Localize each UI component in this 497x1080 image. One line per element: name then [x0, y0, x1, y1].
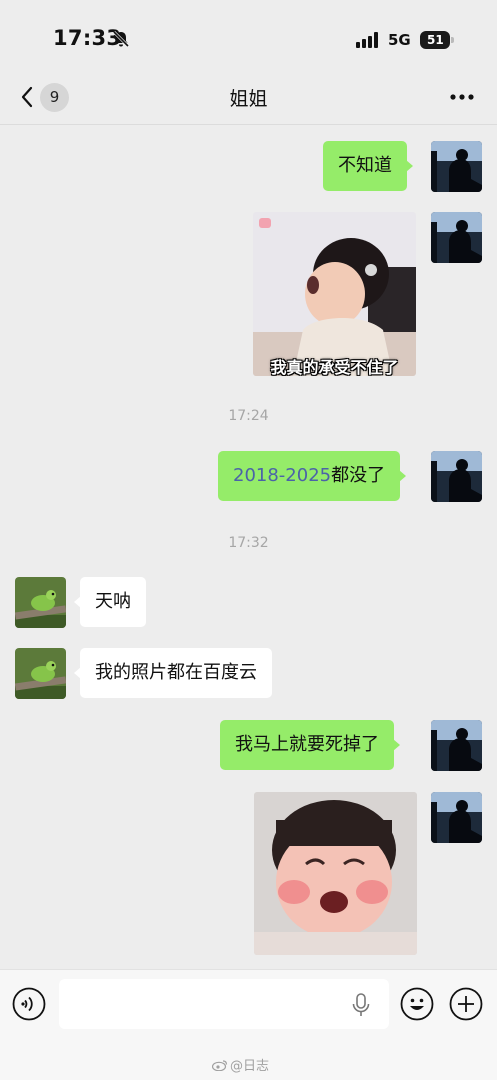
my-avatar[interactable]: [431, 451, 482, 502]
watermark: @日志: [212, 1055, 269, 1074]
sticker-caption: 我真的承受不住了: [270, 358, 399, 376]
more-icon[interactable]: [448, 87, 476, 107]
sticker-image[interactable]: 我真的承受不住了: [253, 212, 416, 376]
battery-indicator: 51: [420, 31, 450, 49]
my-avatar[interactable]: [431, 720, 482, 771]
message-text: 我的照片都在百度云: [95, 662, 257, 683]
signal-icon: [356, 32, 378, 48]
status-bar: 17:33 5G 51: [0, 0, 497, 70]
message-text: 都没了: [331, 465, 386, 486]
timestamp-separator: 17:32: [228, 535, 269, 551]
chat-title: 姐姐: [229, 88, 268, 110]
year-range-text[interactable]: 2018-2025: [233, 465, 331, 486]
bubble-tail: [74, 596, 81, 608]
bubble-tail: [406, 160, 413, 172]
plus-icon[interactable]: [449, 987, 483, 1021]
watermark-text: @日志: [230, 1059, 270, 1074]
crying-baby-image: [254, 792, 417, 955]
microphone-icon[interactable]: [350, 992, 372, 1018]
bubble-tail: [393, 739, 400, 751]
contact-avatar[interactable]: [15, 648, 66, 699]
bubble-tail: [399, 470, 407, 482]
message-text: 天呐: [95, 591, 131, 612]
network-label: 5G: [388, 31, 411, 49]
message-bubble-received[interactable]: 我的照片都在百度云: [74, 648, 272, 698]
battery-tip: [451, 37, 454, 43]
contact-avatar[interactable]: [15, 577, 66, 628]
bubble-tail: [74, 667, 81, 679]
message-text: 我马上就要死掉了: [235, 734, 379, 755]
my-avatar[interactable]: [431, 141, 482, 192]
emoji-icon[interactable]: [400, 987, 434, 1021]
message-input[interactable]: [59, 979, 389, 1029]
my-avatar[interactable]: [431, 212, 482, 263]
timestamp-separator: 17:24: [228, 408, 269, 424]
message-bubble-sent[interactable]: 我马上就要死掉了: [220, 720, 400, 770]
nav-bar: 9 姐姐: [0, 70, 497, 125]
message-bubble-received[interactable]: 天呐: [74, 577, 146, 627]
my-avatar[interactable]: [431, 792, 482, 843]
message-bubble-sent[interactable]: 不知道: [323, 141, 413, 191]
bell-slash-icon: [112, 30, 130, 48]
message-bubble-sent[interactable]: 2018-2025都没了: [218, 451, 407, 501]
sticker-image[interactable]: [254, 792, 417, 955]
weibo-logo-icon: [212, 1060, 228, 1071]
crying-toddler-image: [253, 212, 416, 376]
message-text: 不知道: [338, 155, 392, 176]
voice-mode-icon[interactable]: [12, 987, 46, 1021]
